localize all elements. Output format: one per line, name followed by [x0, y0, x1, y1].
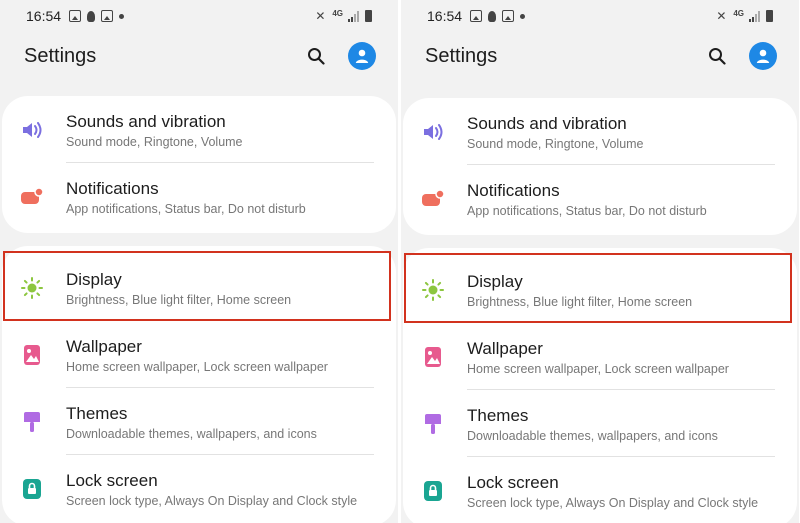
settings-group-top: Sounds and vibration Sound mode, Rington… — [403, 98, 797, 235]
settings-item-label: Themes — [467, 406, 529, 425]
settings-item-label: Display — [467, 272, 523, 291]
settings-item-label: Notifications — [467, 181, 560, 200]
wallpaper-icon — [20, 343, 44, 367]
settings-item-themes[interactable]: Themes Downloadable themes, wallpapers, … — [403, 390, 797, 457]
settings-item-sublabel: Home screen wallpaper, Lock screen wallp… — [467, 362, 729, 376]
status-bar: 16:54 ✕ 4G — [0, 0, 398, 32]
signal-icon — [348, 10, 359, 22]
page-title: Settings — [425, 44, 498, 67]
settings-item-label: Lock screen — [66, 471, 158, 490]
settings-item-label: Notifications — [66, 179, 159, 198]
settings-item-sounds[interactable]: Sounds and vibration Sound mode, Rington… — [403, 98, 797, 165]
settings-group-bottom: Display Brightness, Blue light filter, H… — [2, 246, 396, 523]
search-icon — [709, 48, 726, 65]
settings-header: Settings — [401, 32, 799, 80]
settings-item-sounds[interactable]: Sounds and vibration Sound mode, Rington… — [2, 96, 396, 163]
settings-item-sublabel: App notifications, Status bar, Do not di… — [66, 202, 306, 216]
signal-icon — [749, 10, 760, 22]
settings-item-sublabel: Downloadable themes, wallpapers, and ico… — [66, 427, 317, 441]
volume-icon — [20, 118, 44, 142]
status-notification-icons — [69, 10, 125, 22]
phone-screen-left: 16:54 ✕ 4G Settings Sounds and vibration… — [0, 0, 398, 523]
settings-group-top: Sounds and vibration Sound mode, Rington… — [2, 96, 396, 233]
settings-item-label: Lock screen — [467, 473, 559, 492]
network-type-label: 4G — [332, 9, 343, 18]
network-type-label: 4G — [733, 9, 744, 18]
settings-item-display[interactable]: Display Brightness, Blue light filter, H… — [403, 256, 797, 323]
image-notification-icon — [101, 10, 114, 22]
brightness-icon — [421, 278, 445, 302]
settings-item-label: Sounds and vibration — [467, 114, 627, 133]
settings-group-bottom: Display Brightness, Blue light filter, H… — [403, 248, 797, 523]
settings-item-sublabel: Downloadable themes, wallpapers, and ico… — [467, 429, 718, 443]
settings-item-sublabel: App notifications, Status bar, Do not di… — [467, 204, 707, 218]
settings-item-sublabel: Brightness, Blue light filter, Home scre… — [467, 295, 693, 309]
mute-icon: ✕ — [716, 9, 727, 23]
status-notification-icons — [470, 10, 526, 22]
settings-item-notifications[interactable]: Notifications App notifications, Status … — [403, 165, 797, 232]
lightbulb-notification-icon — [87, 10, 96, 22]
status-time: 16:54 — [427, 8, 463, 24]
lock-icon — [20, 477, 44, 501]
lock-icon — [421, 479, 445, 503]
settings-item-label: Wallpaper — [66, 337, 142, 356]
more-notifications-dot-icon — [119, 13, 125, 19]
account-avatar-button[interactable] — [749, 42, 777, 70]
status-time: 16:54 — [26, 8, 62, 24]
wallpaper-icon — [421, 345, 445, 369]
status-bar: 16:54 ✕ 4G — [401, 0, 799, 32]
settings-item-label: Wallpaper — [467, 339, 543, 358]
battery-icon — [766, 10, 773, 22]
settings-item-label: Display — [66, 270, 122, 289]
search-icon — [308, 48, 325, 65]
settings-item-label: Themes — [66, 404, 128, 423]
gallery-notification-icon — [470, 10, 483, 22]
more-notifications-dot-icon — [520, 13, 526, 19]
settings-item-themes[interactable]: Themes Downloadable themes, wallpapers, … — [2, 388, 396, 455]
settings-item-lock-screen[interactable]: Lock screen Screen lock type, Always On … — [2, 455, 396, 522]
settings-item-sublabel: Home screen wallpaper, Lock screen wallp… — [66, 360, 328, 374]
search-button[interactable] — [304, 44, 328, 68]
settings-item-sublabel: Screen lock type, Always On Display and … — [66, 494, 358, 508]
battery-icon — [365, 10, 372, 22]
brightness-icon — [20, 276, 44, 300]
themes-brush-icon — [20, 410, 44, 434]
settings-item-sublabel: Sound mode, Ringtone, Volume — [66, 135, 243, 149]
themes-brush-icon — [421, 412, 445, 436]
search-button[interactable] — [705, 44, 729, 68]
header-actions — [705, 42, 777, 70]
volume-icon — [421, 120, 445, 144]
settings-header: Settings — [0, 32, 398, 80]
settings-item-label: Sounds and vibration — [66, 112, 226, 131]
person-icon — [756, 49, 770, 63]
status-system-icons: ✕ 4G — [716, 10, 773, 22]
gallery-notification-icon — [69, 10, 82, 22]
mute-icon: ✕ — [315, 9, 326, 23]
account-avatar-button[interactable] — [348, 42, 376, 70]
settings-item-lock-screen[interactable]: Lock screen Screen lock type, Always On … — [403, 457, 797, 523]
phone-screen-right: 16:54 ✕ 4G Settings Sounds and vibration… — [401, 0, 799, 523]
notification-icon — [421, 187, 445, 211]
status-system-icons: ✕ 4G — [315, 10, 372, 22]
notification-icon — [20, 185, 44, 209]
settings-item-notifications[interactable]: Notifications App notifications, Status … — [2, 163, 396, 230]
settings-item-sublabel: Screen lock type, Always On Display and … — [467, 496, 759, 510]
settings-item-wallpaper[interactable]: Wallpaper Home screen wallpaper, Lock sc… — [403, 323, 797, 390]
lightbulb-notification-icon — [488, 10, 497, 22]
image-notification-icon — [502, 10, 515, 22]
settings-item-display[interactable]: Display Brightness, Blue light filter, H… — [2, 254, 396, 321]
person-icon — [355, 49, 369, 63]
settings-item-wallpaper[interactable]: Wallpaper Home screen wallpaper, Lock sc… — [2, 321, 396, 388]
header-actions — [304, 42, 376, 70]
page-title: Settings — [24, 44, 97, 67]
settings-item-sublabel: Sound mode, Ringtone, Volume — [467, 137, 644, 151]
settings-item-sublabel: Brightness, Blue light filter, Home scre… — [66, 293, 292, 307]
